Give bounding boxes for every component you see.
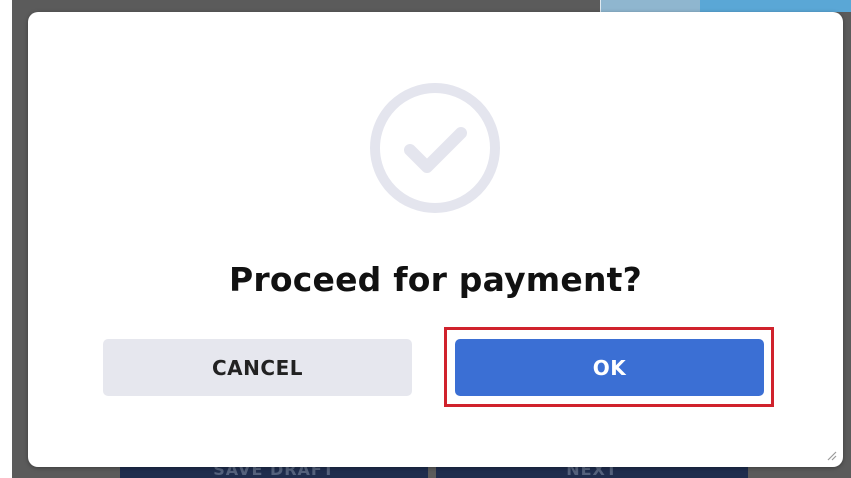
- background-header-accent: [700, 0, 851, 12]
- confirm-dialog: Proceed for payment? CANCEL OK: [28, 12, 843, 467]
- check-circle-icon: [370, 83, 500, 213]
- ok-button[interactable]: OK: [455, 339, 764, 396]
- background-header-strip: [600, 0, 851, 12]
- background-divider: [600, 0, 601, 12]
- dialog-title: Proceed for payment?: [229, 260, 642, 299]
- resize-grip-icon[interactable]: [825, 449, 837, 461]
- cancel-button[interactable]: CANCEL: [103, 339, 412, 396]
